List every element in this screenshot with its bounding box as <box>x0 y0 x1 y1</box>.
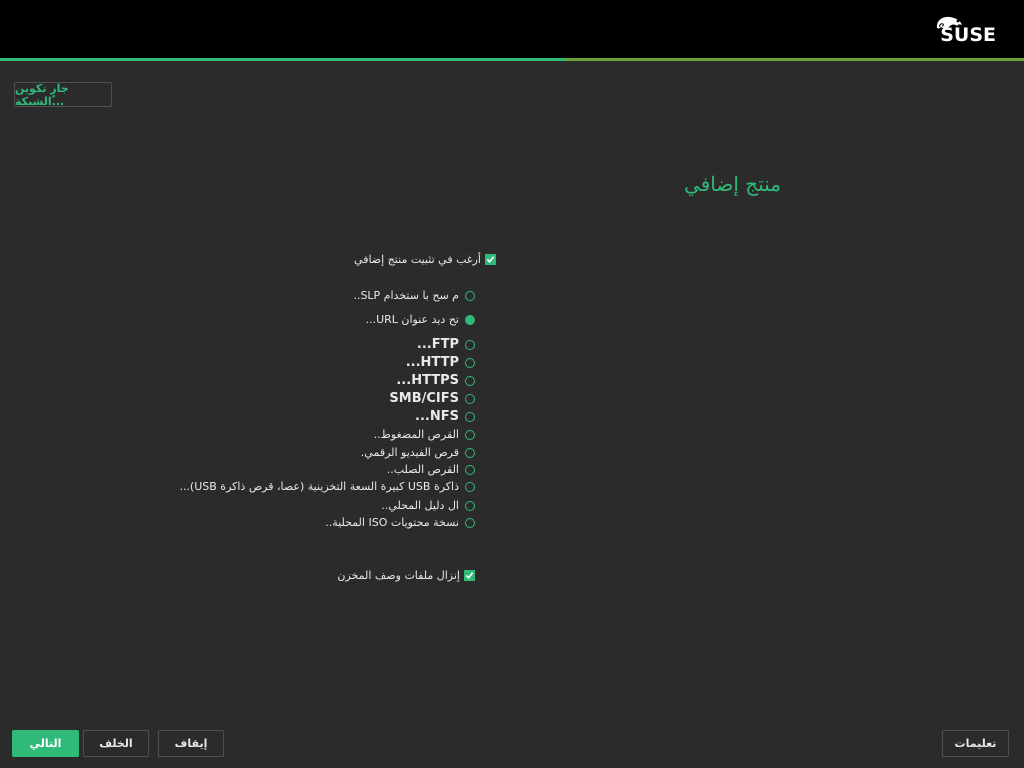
source-label: ذاكرة USB كبيرة السعة التخزينية (عصا، قر… <box>179 480 459 493</box>
source-radio[interactable] <box>465 375 475 386</box>
source-option-local-dir[interactable]: ال دليل المحلي.. <box>381 499 475 512</box>
network-configuration-label: جارٍ تكوين الشبكة... <box>15 81 69 108</box>
next-button[interactable]: التالي <box>12 730 79 757</box>
checkmark-icon <box>486 256 495 263</box>
source-radio[interactable] <box>465 411 475 422</box>
install-addon-label: أرغب في تثبيت منتج إضافي <box>354 253 481 266</box>
source-label: NFS... <box>415 409 459 424</box>
abort-button[interactable]: إيقاف <box>158 730 224 757</box>
back-button-label: الخلف <box>99 737 133 750</box>
source-option-url[interactable]: تح ديد عنوان URL... <box>366 313 475 326</box>
checkmark-icon <box>465 572 474 579</box>
source-option-local-iso[interactable]: نسخة محتويات ISO المحلية.. <box>325 516 475 529</box>
source-radio[interactable] <box>465 357 475 368</box>
source-label: HTTP... <box>405 355 459 370</box>
source-option-usb[interactable]: ذاكرة USB كبيرة السعة التخزينية (عصا، قر… <box>179 480 475 493</box>
install-addon-checkbox[interactable] <box>485 254 496 265</box>
help-button[interactable]: تعليمات <box>942 730 1009 757</box>
source-radio[interactable] <box>465 339 475 350</box>
page-title: منتج إضافي <box>684 172 781 196</box>
source-label: نسخة محتويات ISO المحلية.. <box>325 516 459 529</box>
progress-fill <box>0 58 567 61</box>
source-option-cd[interactable]: القرص المضغوط.. <box>374 428 475 441</box>
source-radio[interactable] <box>465 464 475 475</box>
install-addon-option[interactable]: أرغب في تثبيت منتج إضافي <box>354 253 496 266</box>
source-radio[interactable] <box>465 393 475 404</box>
top-bar: SUSE <box>0 0 1024 58</box>
source-label: القرص الصلب.. <box>386 463 459 476</box>
source-label: FTP... <box>416 337 459 352</box>
source-option-http[interactable]: HTTP... <box>406 355 475 370</box>
source-radio[interactable] <box>465 481 475 492</box>
source-radio[interactable] <box>465 517 475 528</box>
source-label: م سح با ستخدام SLP.. <box>353 289 459 302</box>
logo-text: SUSE <box>940 24 996 46</box>
source-option-smb[interactable]: SMB/CIFS <box>389 391 475 406</box>
source-label: SMB/CIFS <box>389 391 459 406</box>
source-label: القرص المضغوط.. <box>373 428 459 441</box>
source-option-hard-disk[interactable]: القرص الصلب.. <box>387 463 475 476</box>
source-radio[interactable] <box>465 290 475 301</box>
source-label: تح ديد عنوان URL... <box>365 313 459 326</box>
source-radio[interactable] <box>465 429 475 440</box>
abort-button-label: إيقاف <box>174 737 208 750</box>
download-repo-option[interactable]: إنزال ملفات وصف المخزن <box>337 569 475 582</box>
download-repo-checkbox[interactable] <box>464 570 475 581</box>
source-label: ال دليل المحلي.. <box>381 499 459 512</box>
source-radio[interactable] <box>465 447 475 458</box>
suse-logo: SUSE <box>934 14 996 46</box>
source-option-dvd[interactable]: قرص الفيديو الرقمي. <box>361 446 475 459</box>
install-progress-bar <box>0 58 1024 61</box>
help-button-label: تعليمات <box>954 737 997 750</box>
source-option-nfs[interactable]: NFS... <box>415 409 475 424</box>
source-label: قرص الفيديو الرقمي. <box>360 446 459 459</box>
download-repo-label: إنزال ملفات وصف المخزن <box>337 569 460 582</box>
source-option-https[interactable]: HTTPS... <box>396 373 475 388</box>
source-label: HTTPS... <box>396 373 459 388</box>
network-configuration-button[interactable]: جارٍ تكوين الشبكة... <box>14 81 112 108</box>
source-radio-selected[interactable] <box>465 314 475 325</box>
next-button-label: التالي <box>29 737 62 750</box>
source-option-slp[interactable]: م سح با ستخدام SLP.. <box>353 289 475 302</box>
source-option-ftp[interactable]: FTP... <box>417 337 475 352</box>
back-button[interactable]: الخلف <box>83 730 149 757</box>
source-radio[interactable] <box>465 500 475 511</box>
